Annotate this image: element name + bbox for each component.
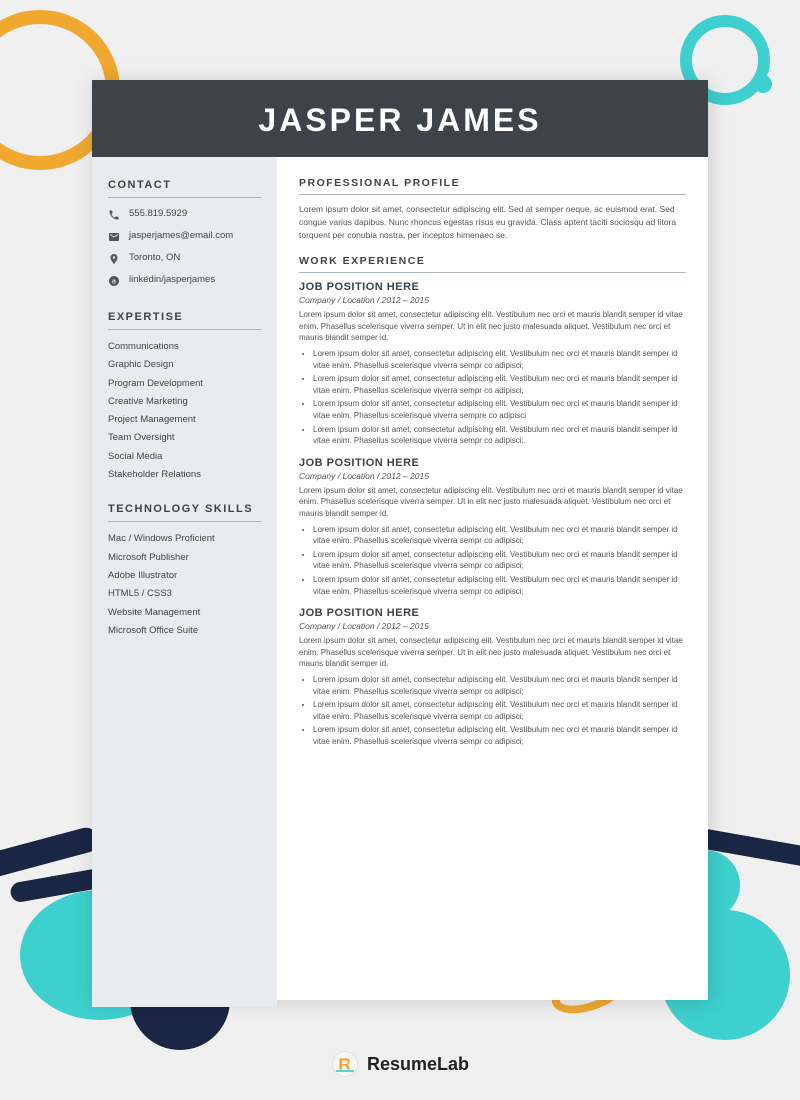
bullet-item: Lorem ipsum dolor sit amet, consectetur …	[313, 348, 686, 371]
tech-item: Website Management	[108, 606, 261, 619]
email-icon	[108, 231, 122, 245]
linkedin-icon	[108, 275, 122, 289]
bullet-item: Lorem ipsum dolor sit amet, consectetur …	[313, 549, 686, 572]
job-2: JOB POSITION HERE Company / Location / 2…	[299, 457, 686, 597]
phone-icon	[108, 209, 122, 223]
contact-phone: 555.819.5929	[108, 208, 261, 223]
location-text: Toronto, ON	[129, 252, 180, 263]
profile-section: PROFESSIONAL PROFILE Lorem ipsum dolor s…	[299, 177, 686, 241]
technology-title: TECHNOLOGY SKILLS	[108, 503, 261, 515]
expertise-item: Creative Marketing	[108, 395, 261, 408]
bullet-item: Lorem ipsum dolor sit amet, consectetur …	[313, 398, 686, 421]
bullet-item: Lorem ipsum dolor sit amet, consectetur …	[313, 373, 686, 396]
job-1-company: Company / Location / 2012 – 2015	[299, 295, 686, 305]
job-1-title: JOB POSITION HERE	[299, 281, 686, 293]
job-2-desc: Lorem ipsum dolor sit amet, consectetur …	[299, 485, 686, 520]
brand-name-text: ResumeLab	[367, 1054, 469, 1075]
tech-item: Microsoft Office Suite	[108, 624, 261, 637]
tech-item: Microsoft Publisher	[108, 551, 261, 564]
phone-text: 555.819.5929	[129, 208, 187, 219]
bullet-item: Lorem ipsum dolor sit amet, consectetur …	[313, 574, 686, 597]
resume-body: CONTACT 555.819.5929 jasperjames@email.c…	[92, 157, 708, 1007]
profile-title: PROFESSIONAL PROFILE	[299, 177, 686, 189]
expertise-item: Social Media	[108, 450, 261, 463]
expertise-section: EXPERTISE Communications Graphic Design …	[108, 311, 261, 481]
job-2-title: JOB POSITION HERE	[299, 457, 686, 469]
contact-title: CONTACT	[108, 179, 261, 191]
email-text: jasperjames@email.com	[129, 230, 233, 241]
job-1-desc: Lorem ipsum dolor sit amet, consectetur …	[299, 309, 686, 344]
job-2-company: Company / Location / 2012 – 2015	[299, 471, 686, 481]
contact-linkedin: linkedin/jasperjames	[108, 274, 261, 289]
expertise-item: Graphic Design	[108, 358, 261, 371]
job-3: JOB POSITION HERE Company / Location / 2…	[299, 607, 686, 747]
job-3-title: JOB POSITION HERE	[299, 607, 686, 619]
resumelab-logo-icon	[331, 1050, 359, 1078]
bullet-item: Lorem ipsum dolor sit amet, consectetur …	[313, 724, 686, 747]
technology-section: TECHNOLOGY SKILLS Mac / Windows Proficie…	[108, 503, 261, 637]
profile-divider	[299, 194, 686, 195]
job-3-company: Company / Location / 2012 – 2015	[299, 621, 686, 631]
bullet-item: Lorem ipsum dolor sit amet, consectetur …	[313, 424, 686, 447]
bullet-item: Lorem ipsum dolor sit amet, consectetur …	[313, 524, 686, 547]
bullet-item: Lorem ipsum dolor sit amet, consectetur …	[313, 699, 686, 722]
expertise-item: Program Development	[108, 377, 261, 390]
expertise-item: Project Management	[108, 413, 261, 426]
job-1-bullets: Lorem ipsum dolor sit amet, consectetur …	[299, 348, 686, 447]
expertise-title: EXPERTISE	[108, 311, 261, 323]
tech-item: Adobe Illustrator	[108, 569, 261, 582]
branding-footer: ResumeLab	[331, 1050, 469, 1078]
profile-text: Lorem ipsum dolor sit amet, consectetur …	[299, 203, 686, 241]
bg-teal-dot	[754, 75, 772, 93]
contact-section: CONTACT 555.819.5929 jasperjames@email.c…	[108, 179, 261, 289]
location-icon	[108, 253, 122, 267]
work-experience-divider	[299, 272, 686, 273]
tech-item: Mac / Windows Proficient	[108, 532, 261, 545]
job-3-bullets: Lorem ipsum dolor sit amet, consectetur …	[299, 674, 686, 748]
expertise-item: Communications	[108, 340, 261, 353]
brand-lab: Lab	[437, 1054, 469, 1074]
expertise-divider	[108, 329, 261, 330]
expertise-item: Team Oversight	[108, 431, 261, 444]
resume-document: JASPER JAMES CONTACT 555.819.5929	[92, 80, 708, 1000]
main-content: PROFESSIONAL PROFILE Lorem ipsum dolor s…	[277, 157, 708, 1007]
resume-header: JASPER JAMES	[92, 80, 708, 157]
sidebar: CONTACT 555.819.5929 jasperjames@email.c…	[92, 157, 277, 1007]
linkedin-text: linkedin/jasperjames	[129, 274, 215, 285]
bullet-item: Lorem ipsum dolor sit amet, consectetur …	[313, 674, 686, 697]
tech-item: HTML5 / CSS3	[108, 587, 261, 600]
technology-divider	[108, 521, 261, 522]
contact-divider	[108, 197, 261, 198]
contact-email: jasperjames@email.com	[108, 230, 261, 245]
work-experience-title: WORK EXPERIENCE	[299, 255, 686, 267]
contact-location: Toronto, ON	[108, 252, 261, 267]
job-3-desc: Lorem ipsum dolor sit amet, consectetur …	[299, 635, 686, 670]
brand-resume: Resume	[367, 1054, 437, 1074]
candidate-name: JASPER JAMES	[112, 102, 688, 139]
job-1: JOB POSITION HERE Company / Location / 2…	[299, 281, 686, 447]
job-2-bullets: Lorem ipsum dolor sit amet, consectetur …	[299, 524, 686, 598]
expertise-item: Stakeholder Relations	[108, 468, 261, 481]
